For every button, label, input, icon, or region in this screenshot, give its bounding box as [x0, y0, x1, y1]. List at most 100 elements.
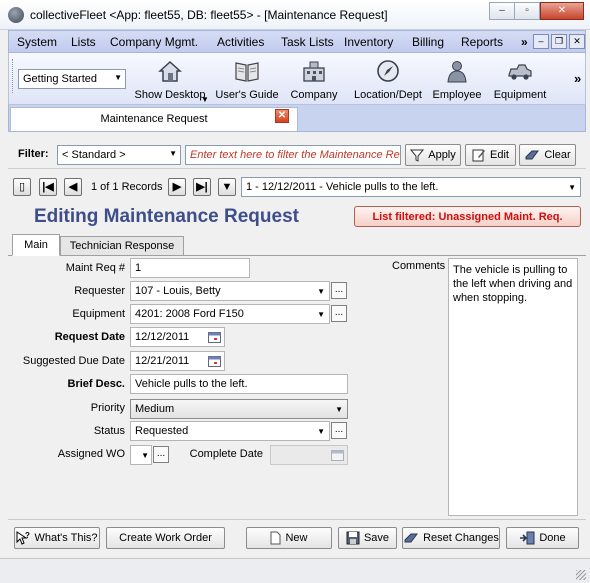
create-work-order-label: Create Work Order — [119, 532, 212, 544]
filter-preset-value: < Standard > — [62, 149, 126, 161]
menu-company-mgmt[interactable]: Company Mgmt. — [110, 35, 198, 49]
comments-textarea[interactable]: The vehicle is pulling to the left when … — [448, 258, 578, 516]
filter-text-input[interactable]: Enter text here to filter the Maintenanc… — [185, 145, 401, 165]
resize-grip[interactable] — [576, 570, 586, 580]
person-icon — [447, 61, 467, 83]
status-lookup-button[interactable]: ... — [331, 422, 347, 439]
menu-activities[interactable]: Activities — [217, 35, 264, 49]
previous-record-button[interactable]: ◀ — [64, 178, 82, 196]
assigned-wo-dropdown[interactable]: ▼ — [130, 445, 152, 465]
menu-bar: System Lists Company Mgmt. Activities Ta… — [8, 30, 586, 53]
requester-lookup-button[interactable]: ... — [331, 282, 347, 299]
chevron-down-icon: ▼ — [335, 405, 343, 414]
equipment-lookup-button[interactable]: ... — [331, 305, 347, 322]
brief-desc-label: Brief Desc. — [67, 378, 125, 390]
requester-dropdown[interactable]: 107 - Louis, Betty ▼ — [130, 281, 330, 301]
maint-req-field[interactable]: 1 — [130, 258, 250, 278]
tab-maintenance-request[interactable]: Maintenance Request — [10, 107, 298, 131]
menu-inventory[interactable]: Inventory — [344, 35, 393, 49]
menu-reports[interactable]: Reports — [461, 35, 503, 49]
whats-this-button[interactable]: ? What's This? — [14, 527, 100, 549]
status-label: Status — [93, 425, 125, 437]
due-date-value: 12/21/2011 — [135, 355, 190, 367]
menu-lists[interactable]: Lists — [71, 35, 96, 49]
bottom-divider — [8, 519, 586, 520]
request-date-label: Request Date — [54, 331, 125, 343]
apply-label: Apply — [428, 149, 456, 161]
save-button[interactable]: Save — [338, 527, 397, 549]
reset-changes-button[interactable]: Reset Changes — [402, 527, 500, 549]
location-dept-button[interactable]: Location/Dept — [345, 57, 431, 101]
record-menu-button[interactable]: ▼ — [218, 178, 236, 196]
done-label: Done — [539, 532, 566, 544]
calendar-icon — [331, 450, 344, 461]
eraser-icon — [404, 533, 419, 543]
tab-close-icon[interactable]: ✕ — [275, 109, 289, 123]
minimize-button[interactable]: – — [489, 2, 515, 20]
comments-label: Comments — [392, 260, 446, 272]
vehicle-icon — [508, 64, 532, 80]
users-guide-button[interactable]: User's Guide — [211, 57, 283, 101]
help-pointer-icon: ? — [16, 531, 30, 545]
funnel-icon — [410, 149, 425, 162]
next-record-button[interactable]: ▶ — [168, 178, 186, 196]
filter-preset-dropdown[interactable]: < Standard > ▼ — [57, 145, 181, 165]
document-tab-strip: Maintenance Request ✕ — [8, 105, 586, 132]
edit-filter-button[interactable]: Edit — [465, 144, 516, 166]
equipment-field-label: Equipment — [72, 308, 125, 320]
equipment-button[interactable]: Equipment — [489, 57, 551, 101]
document-icon[interactable]: ▯ — [13, 178, 31, 196]
edit-filter-label: Edit — [490, 149, 509, 161]
employee-button[interactable]: Employee — [430, 57, 484, 101]
last-record-button[interactable]: ▶| — [193, 178, 211, 196]
request-date-field[interactable]: 12/12/2011 — [130, 327, 225, 347]
equipment-dropdown[interactable]: 4201: 2008 Ford F150 ▼ — [130, 304, 330, 324]
calendar-icon[interactable] — [208, 355, 221, 367]
priority-value: Medium — [135, 403, 175, 415]
assigned-wo-lookup-button[interactable]: ... — [153, 446, 169, 463]
book-icon — [235, 62, 259, 82]
tab-technician-response[interactable]: Technician Response — [60, 236, 184, 256]
floppy-disk-icon — [346, 531, 360, 545]
restore-button[interactable]: ▫ — [514, 2, 540, 20]
mdi-close-button[interactable]: ✕ — [569, 34, 585, 49]
toolbar-overflow-icon[interactable]: » — [574, 71, 581, 86]
close-button[interactable]: ✕ — [540, 2, 584, 20]
request-date-value: 12/12/2011 — [135, 331, 190, 343]
filter-status-badge: List filtered: Unassigned Maint. Req. — [354, 206, 581, 227]
getting-started-dropdown[interactable]: Getting Started ▼ — [18, 69, 126, 89]
show-desktop-button[interactable]: Show Desktop — [133, 57, 207, 101]
chevron-down-icon: ▼ — [317, 310, 325, 319]
eraser-icon — [525, 150, 540, 160]
due-date-field[interactable]: 12/21/2011 — [130, 351, 225, 371]
menu-overflow-icon[interactable]: » — [521, 35, 528, 49]
chevron-down-icon: ▼ — [141, 451, 149, 460]
menu-system[interactable]: System — [17, 35, 57, 49]
maint-req-label: Maint Req # — [65, 262, 125, 274]
mdi-restore-button[interactable]: ❐ — [551, 34, 567, 49]
mdi-minimize-button[interactable]: – — [533, 34, 549, 49]
first-record-button[interactable]: |◀ — [39, 178, 57, 196]
clear-filter-button[interactable]: Clear — [519, 144, 576, 166]
done-button[interactable]: Done — [506, 527, 579, 549]
show-desktop-label: Show Desktop — [134, 89, 206, 101]
create-work-order-button[interactable]: Create Work Order — [106, 527, 225, 549]
brief-desc-field[interactable]: Vehicle pulls to the left. — [130, 374, 348, 394]
menu-billing[interactable]: Billing — [412, 35, 444, 49]
tab-main[interactable]: Main — [12, 234, 60, 256]
status-dropdown[interactable]: Requested ▼ — [130, 421, 330, 441]
apply-button[interactable]: Apply — [405, 144, 461, 166]
new-button[interactable]: New — [246, 527, 332, 549]
record-select-dropdown[interactable]: 1 - 12/12/2011 - Vehicle pulls to the le… — [241, 177, 581, 197]
priority-dropdown[interactable]: Medium ▼ — [130, 399, 348, 419]
due-date-label: Suggested Due Date — [22, 355, 125, 367]
menu-task-lists[interactable]: Task Lists — [281, 35, 334, 49]
show-desktop-chevron-icon[interactable]: ▼ — [201, 95, 209, 104]
employee-label: Employee — [432, 89, 482, 101]
company-label: Company — [290, 89, 338, 101]
assigned-wo-label: Assigned WO — [57, 448, 125, 460]
title-bar: collectiveFleet <App: fleet55, DB: fleet… — [0, 0, 590, 30]
company-button[interactable]: Company — [286, 57, 342, 101]
save-label: Save — [363, 532, 390, 544]
calendar-icon[interactable] — [208, 331, 221, 343]
